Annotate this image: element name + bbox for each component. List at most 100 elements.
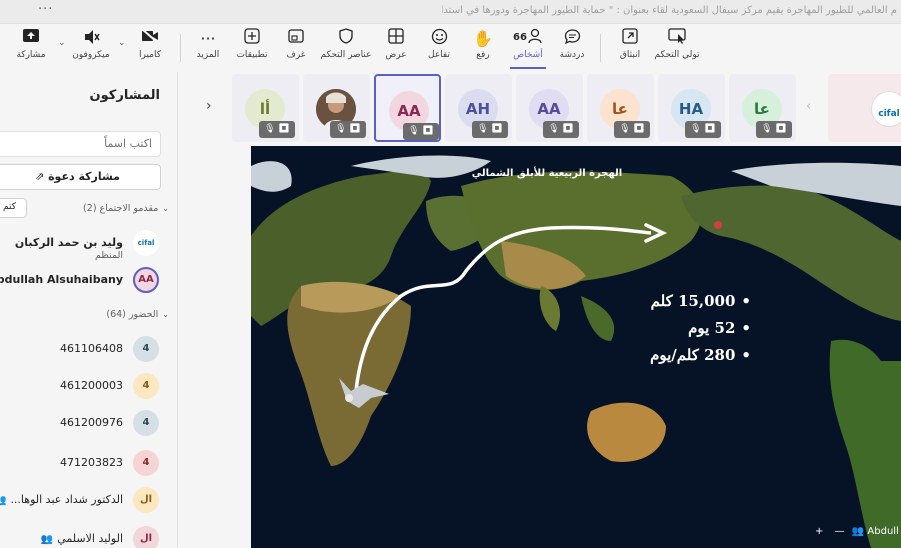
chevron-left-icon[interactable]: ‹ — [806, 99, 811, 114]
mute-all-button[interactable]: كتم — [0, 198, 27, 218]
stat-rate: •280 كلم/يوم — [650, 346, 751, 364]
hand-icon: ✋ — [473, 29, 493, 48]
mic-off-icon: 🎙 ⏹ — [330, 121, 366, 138]
chevron-down-icon: ⌄ — [162, 310, 169, 319]
stat-distance: •15,000 كلم — [650, 292, 751, 310]
cifal-logo: cifal — [871, 91, 901, 127]
participant-row[interactable]: Abdullah Alsuhaibany👥 AA — [0, 265, 163, 295]
world-map-image — [251, 146, 901, 548]
mic-off-icon: 🎙 ⏹ — [259, 121, 295, 138]
share-invite-button[interactable]: مشاركة دعوة ⇗ — [0, 164, 161, 190]
presenters-section-header[interactable]: ⌄مقدمو الاجتماع (2) — [83, 203, 169, 214]
take-control-button[interactable]: تولي التحكم — [654, 28, 700, 68]
presenter-label: + — 👥 Abdull — [815, 526, 899, 537]
mic-off-icon: 🎙 ⏹ — [472, 121, 508, 138]
rooms-icon — [284, 28, 308, 50]
share-icon — [14, 28, 48, 50]
participant-name: 461106408 — [60, 342, 123, 355]
mic-off-icon: 🎙 ⏹ — [403, 123, 439, 140]
participant-name: Abdullah Alsuhaibany👥 — [0, 273, 123, 286]
react-button[interactable]: تفاعل — [426, 28, 452, 68]
view-button[interactable]: عرض — [383, 28, 409, 68]
controls-button[interactable]: عناصر التحكم — [320, 28, 372, 68]
share-button[interactable]: مشاركة — [14, 28, 48, 68]
panel-title: المشاركون — [89, 88, 160, 103]
avatar: cifal — [133, 230, 159, 256]
participant-name: 461200003 — [60, 379, 123, 392]
zoom-out-icon[interactable]: — — [835, 526, 845, 537]
camera-chevron-down-icon[interactable]: ⌄ — [118, 38, 126, 48]
camera-off-icon — [134, 28, 166, 50]
avatar: 4 — [133, 410, 159, 436]
mic-chevron-down-icon[interactable]: ⌄ — [58, 38, 66, 48]
mic-off-icon: 🎙 ⏹ — [685, 121, 721, 138]
mic-off-icon — [72, 28, 110, 50]
avatar: 4 — [133, 373, 159, 399]
people-button[interactable]: أشخاص — [510, 28, 546, 68]
mic-off-icon: 🎙 ⏹ — [543, 121, 579, 138]
apps-button[interactable]: تطبيقات — [232, 28, 272, 68]
share-link-icon: ⇗ — [35, 170, 45, 183]
more-button[interactable]: ··· المزيد — [192, 28, 224, 68]
presenter-icon: 👥 — [40, 534, 54, 545]
people-icon — [510, 28, 546, 50]
smile-icon — [426, 28, 452, 50]
participant-name: 471203823 — [60, 456, 123, 469]
raise-hand-button[interactable]: ✋ رفع — [472, 28, 494, 68]
popout-icon — [616, 28, 644, 50]
participant-name: 461200976 — [60, 416, 123, 429]
presenter-icon: 👥 — [851, 526, 865, 537]
search-input[interactable]: اكتب اسماً — [0, 131, 161, 157]
avatar: ال — [133, 487, 159, 513]
video-strip: › أا 🎙 ⏹ 🎙 ⏹ AA 🎙 ⏹ AH 🎙 ⏹ AA 🎙 ⏹ عا 🎙 ⏹ HA 🎙 ⏹ عا 🎙 ⏹… — [178, 72, 901, 146]
take-control-icon — [654, 28, 700, 50]
grid-icon — [383, 28, 409, 50]
mic-off-icon: 🎙 ⏹ — [756, 121, 792, 138]
attendees-section-header[interactable]: ⌄الحضور (64) — [106, 309, 169, 320]
rooms-button[interactable]: غرف — [284, 28, 308, 68]
chevron-down-icon: ⌄ — [162, 204, 169, 213]
video-tile[interactable]: عا 🎙 ⏹ — [729, 74, 796, 142]
avatar: AA — [133, 267, 159, 293]
chat-button[interactable]: دردشة — [558, 28, 586, 68]
avatar: ال — [133, 526, 159, 548]
video-tile[interactable]: AH 🎙 ⏹ — [445, 74, 512, 142]
avatar: 4 — [133, 450, 159, 476]
presenter-icon: 👥 — [0, 495, 6, 506]
video-tile[interactable]: AA 🎙 ⏹ — [516, 74, 583, 142]
video-tile[interactable]: عا 🎙 ⏹ — [587, 74, 654, 142]
video-tile[interactable]: أا 🎙 ⏹ — [232, 74, 299, 142]
video-tile[interactable]: 🎙 ⏹ — [303, 74, 370, 142]
camera-button[interactable]: كاميرا — [134, 28, 166, 68]
participants-panel: المشاركون اكتب اسماً مشاركة دعوة ⇗ ⌄مقدم… — [0, 72, 178, 548]
cifal-tile[interactable]: cifal — [828, 74, 901, 142]
participant-role: المنظم — [94, 250, 123, 261]
chevron-right-icon[interactable]: › — [206, 98, 212, 114]
stat-days: •52 يوم — [688, 319, 751, 337]
chat-icon — [558, 28, 586, 50]
participant-row[interactable]: الوليد الاسلمي👥 ال — [0, 524, 163, 548]
avatar: 4 — [133, 336, 159, 362]
participant-row[interactable]: 461106408 4 — [0, 334, 163, 364]
popout-button[interactable]: انبثاق — [616, 28, 644, 68]
participant-row[interactable]: وليد بن حمد الركبان المنظم cifal — [0, 228, 163, 261]
mic-off-icon: 🎙 ⏹ — [614, 121, 650, 138]
participant-name: وليد بن حمد الركبان — [14, 236, 123, 249]
participant-row[interactable]: 461200976 4 — [0, 408, 163, 438]
slide-title: الهجرة الربيعية للأبلق الشمالي — [471, 168, 623, 179]
shared-screen: الهجرة الربيعية للأبلق الشمالي •15,000 ك… — [251, 146, 901, 548]
participant-row[interactable]: 461200003 4 — [0, 371, 163, 401]
participant-row[interactable]: 471203823 4 — [0, 448, 163, 478]
meeting-toolbar: مشاركة ⌄ ميكروفون ⌄ كاميرا ··· المزيد تط… — [0, 24, 901, 72]
participant-row[interactable]: الدكتور شداد عبد الوها...👥 ال — [0, 485, 163, 515]
meeting-title: م العالمي للطيور المهاجرة يقيم مركز سيفا… — [442, 5, 897, 16]
participant-name: الدكتور شداد عبد الوها...👥 — [0, 493, 123, 506]
microphone-button[interactable]: ميكروفون — [72, 28, 110, 68]
more-options-icon[interactable]: ··· — [38, 2, 53, 17]
zoom-in-icon[interactable]: + — [815, 526, 823, 537]
video-tile[interactable]: AA 🎙 ⏹ — [374, 74, 441, 142]
more-icon: ··· — [200, 29, 216, 48]
participant-name: الوليد الاسلمي👥 — [40, 532, 123, 545]
toolbar-divider-2 — [600, 34, 601, 62]
video-tile[interactable]: HA 🎙 ⏹ — [658, 74, 725, 142]
